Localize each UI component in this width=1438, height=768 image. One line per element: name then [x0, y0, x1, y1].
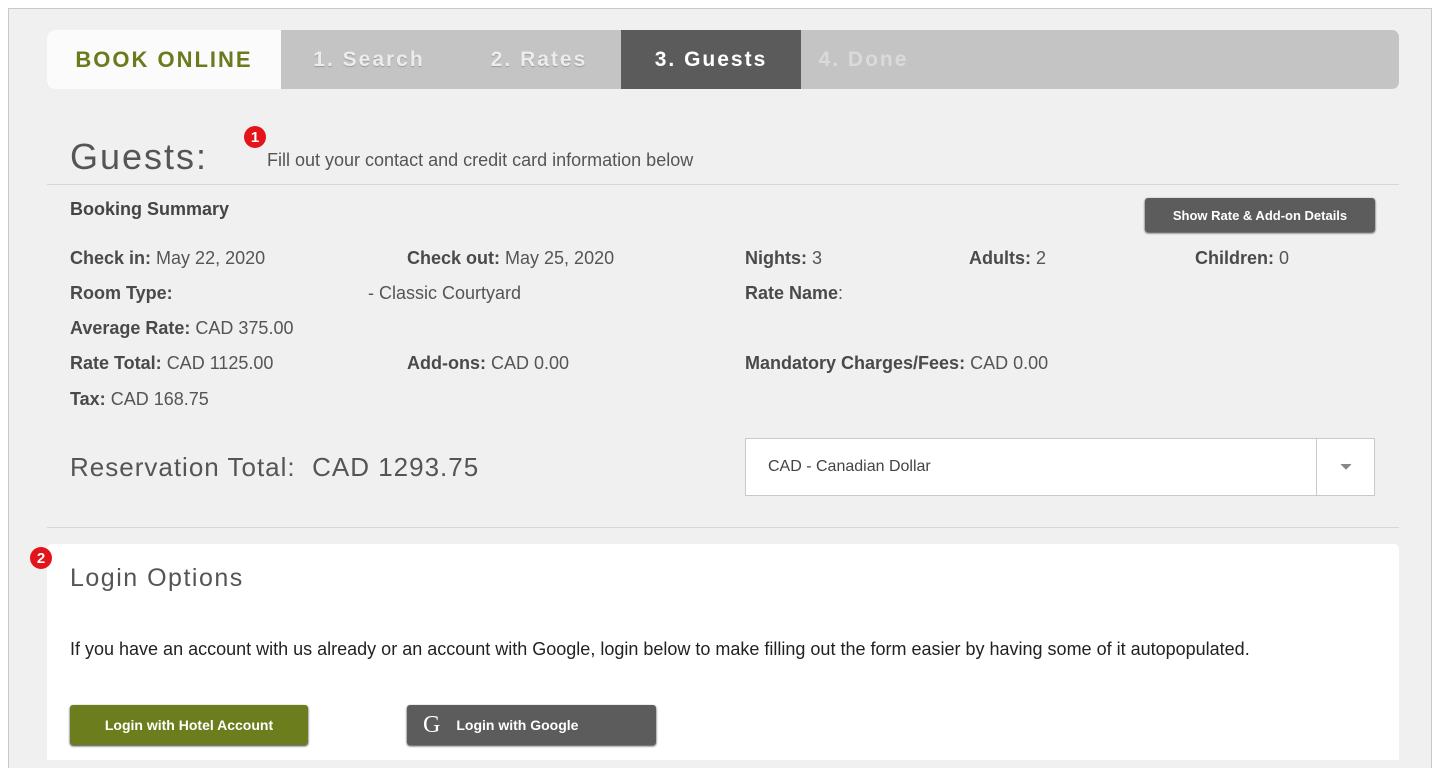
annotation-badge-2: 2	[30, 547, 52, 569]
nights-value: 3	[812, 248, 823, 268]
login-options-title: Login Options	[70, 564, 244, 592]
divider	[47, 527, 1399, 528]
check-out-field: Check out: May 25, 2020	[407, 248, 614, 269]
rate-total-field: Rate Total: CAD 1125.00	[70, 353, 273, 374]
chevron-down-icon[interactable]	[1316, 439, 1374, 495]
tab-guests[interactable]: 3. Guests	[621, 30, 801, 89]
rate-name-field: Rate Name:	[745, 283, 844, 303]
room-type-value: - Classic Courtyard	[368, 283, 522, 303]
show-rate-details-button[interactable]: Show Rate & Add-on Details	[1145, 198, 1375, 232]
login-google-button[interactable]: G Login with Google	[407, 705, 656, 745]
mandatory-fees-value: CAD 0.00	[970, 353, 1049, 373]
page-subtitle: Fill out your contact and credit card in…	[267, 150, 694, 170]
book-online-label: BOOK ONLINE	[47, 30, 281, 89]
children-field: Children: 0	[1195, 248, 1289, 269]
divider	[47, 184, 1399, 185]
currency-select-value: CAD - Canadian Dollar	[768, 458, 931, 475]
nights-label: Nights:	[745, 248, 807, 268]
page-title: Guests:	[70, 136, 209, 177]
annotation-badge-1: 1	[244, 126, 266, 148]
average-rate-label: Average Rate:	[70, 318, 191, 338]
average-rate-field: Average Rate: CAD 375.00	[70, 318, 293, 339]
check-out-value: May 25, 2020	[505, 248, 615, 268]
average-rate-value: CAD 375.00	[195, 318, 294, 338]
adults-label: Adults:	[969, 248, 1031, 268]
mandatory-fees-field: Mandatory Charges/Fees: CAD 0.00	[745, 353, 1048, 374]
login-hotel-account-button[interactable]: Login with Hotel Account	[70, 705, 308, 745]
login-options-description: If you have an account with us already o…	[70, 639, 1250, 659]
adults-field: Adults: 2	[969, 248, 1046, 269]
tab-search[interactable]: 1. Search	[281, 30, 457, 89]
currency-select[interactable]: CAD - Canadian Dollar	[745, 438, 1375, 496]
rate-total-label: Rate Total:	[70, 353, 162, 373]
booking-steps-bar: BOOK ONLINE 1. Search 2. Rates 3. Guests…	[47, 30, 1399, 89]
check-in-field: Check in: May 22, 2020	[70, 248, 265, 269]
addons-value: CAD 0.00	[491, 353, 570, 373]
tax-value: CAD 168.75	[110, 389, 209, 409]
tax-field: Tax: CAD 168.75	[70, 389, 209, 410]
tab-rates[interactable]: 2. Rates	[457, 30, 621, 89]
check-in-value: May 22, 2020	[156, 248, 266, 268]
booking-summary-title: Booking Summary	[70, 199, 230, 219]
check-out-label: Check out:	[407, 248, 501, 268]
adults-value: 2	[1036, 248, 1047, 268]
tab-done: 4. Done	[818, 47, 909, 71]
addons-field: Add-ons: CAD 0.00	[407, 353, 569, 374]
mandatory-fees-label: Mandatory Charges/Fees:	[745, 353, 966, 373]
addons-label: Add-ons:	[407, 353, 486, 373]
nights-field: Nights: 3	[745, 248, 822, 269]
login-google-label: Login with Google	[456, 717, 579, 733]
room-type-label-field: Room Type:	[70, 283, 173, 304]
check-in-label: Check in:	[70, 248, 152, 268]
rate-total-value: CAD 1125.00	[166, 353, 274, 373]
room-type-label: Room Type:	[70, 283, 173, 303]
reservation-total: Reservation Total: CAD 1293.75	[70, 452, 480, 482]
tax-label: Tax:	[70, 389, 106, 409]
google-icon: G	[423, 712, 441, 738]
children-value: 0	[1279, 248, 1290, 268]
children-label: Children:	[1195, 248, 1274, 268]
rate-name-label: Rate Name	[745, 283, 839, 303]
